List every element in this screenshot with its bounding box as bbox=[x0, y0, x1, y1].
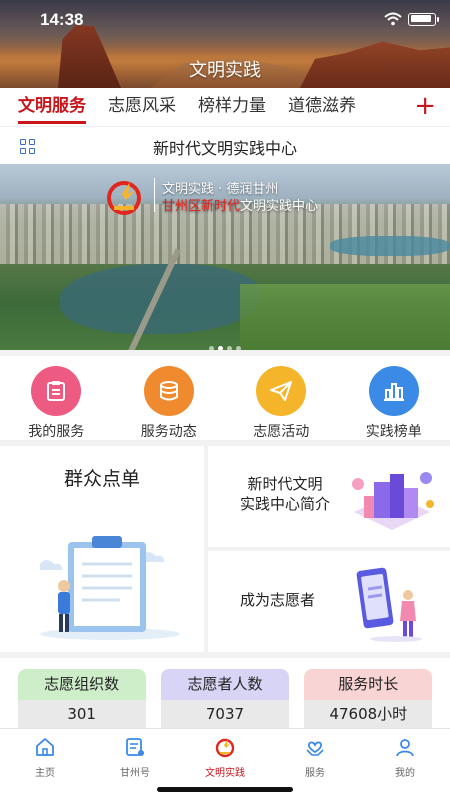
coins-icon bbox=[143, 366, 194, 416]
stat-volunteer-count[interactable]: 志愿者人数 7037 bbox=[160, 669, 289, 728]
nav-label: 主页 bbox=[35, 768, 55, 779]
phone-illustration-icon bbox=[356, 567, 422, 642]
emblem-icon bbox=[107, 181, 141, 215]
paper-plane-icon bbox=[256, 366, 307, 416]
clipboard-icon bbox=[31, 366, 82, 416]
tab-bangyang-liliang[interactable]: 榜样力量 bbox=[198, 88, 266, 126]
card-center-intro[interactable]: 新时代文明 实践中心简介 bbox=[208, 446, 450, 547]
category-tabs: 文明服务 志愿风采 榜样力量 道德滋养 + bbox=[0, 88, 450, 126]
banner-subtitle-red: 甘州区新时代 bbox=[162, 199, 241, 214]
stat-value: 47608小时 bbox=[304, 700, 433, 728]
banner-carousel[interactable]: 文明实践 · 德润甘州 甘州区新时代文明实践中心 bbox=[0, 164, 450, 350]
status-icons bbox=[384, 12, 439, 26]
emblem-icon bbox=[215, 738, 235, 758]
stat-label: 服务时长 bbox=[304, 669, 433, 700]
bar-chart-icon bbox=[368, 366, 419, 416]
header-banner: 14:38 文明实践 bbox=[0, 0, 450, 88]
card-title: 群众点单 bbox=[63, 468, 140, 490]
nav-label: 我的 bbox=[395, 768, 415, 779]
add-tab-button[interactable]: + bbox=[414, 90, 436, 122]
card-order-service[interactable]: 群众点单 bbox=[0, 446, 204, 652]
quick-label: 服务动态 bbox=[140, 424, 197, 440]
nav-label: 文明实践 bbox=[205, 768, 245, 779]
user-icon bbox=[396, 739, 414, 757]
tab-wenming-fuwu[interactable]: 文明服务 bbox=[18, 88, 86, 126]
nav-home[interactable]: 主页 bbox=[0, 729, 90, 800]
nav-label: 甘州号 bbox=[120, 768, 150, 779]
battery-icon bbox=[408, 12, 439, 26]
banner-lake bbox=[330, 236, 450, 256]
stat-label: 志愿组织数 bbox=[17, 669, 146, 700]
stat-value: 7037 bbox=[160, 700, 289, 728]
card-become-volunteer[interactable]: 成为志愿者 bbox=[208, 551, 450, 652]
home-icon bbox=[36, 738, 54, 756]
status-time: 14:38 bbox=[40, 10, 84, 29]
card-title: 成为志愿者 bbox=[240, 591, 316, 609]
stat-service-hours[interactable]: 服务时长 47608小时 bbox=[304, 669, 433, 728]
quick-label: 志愿活动 bbox=[253, 424, 310, 440]
home-indicator[interactable] bbox=[157, 787, 293, 792]
nav-label: 服务 bbox=[305, 768, 325, 779]
news-icon bbox=[126, 738, 144, 756]
carousel-dot[interactable] bbox=[209, 346, 214, 350]
carousel-dot[interactable] bbox=[227, 346, 232, 350]
card-title-line: 新时代文明 bbox=[247, 475, 323, 493]
wifi-icon bbox=[384, 12, 402, 26]
card-title-line: 实践中心简介 bbox=[239, 495, 330, 513]
quick-service-news[interactable]: 服务动态 bbox=[113, 356, 226, 440]
city-illustration-icon bbox=[352, 472, 434, 530]
clipboard-illustration-icon bbox=[40, 536, 180, 640]
quick-actions: 我的服务 服务动态 志愿活动 实践榜单 bbox=[0, 356, 450, 440]
page-title: 文明实践 bbox=[189, 60, 261, 81]
tab-daode-ziyang[interactable]: 道德滋养 bbox=[288, 88, 356, 126]
subheader-title: 新时代文明实践中心 bbox=[152, 139, 297, 158]
stats-panel: 志愿组织数 301 志愿者人数 7037 服务时长 47608小时 bbox=[0, 658, 450, 728]
quick-my-service[interactable]: 我的服务 bbox=[0, 356, 113, 440]
feature-cards: 群众点单 新时代文明 实践中心简介 成为志愿者 bbox=[0, 446, 450, 652]
quick-volunteer-activity[interactable]: 志愿活动 bbox=[225, 356, 338, 440]
quick-label: 实践榜单 bbox=[365, 424, 422, 440]
banner-subtitle: 甘州区新时代文明实践中心 bbox=[162, 195, 318, 214]
stat-value: 301 bbox=[17, 700, 146, 728]
carousel-dots bbox=[0, 336, 450, 350]
card-title: 新时代文明 实践中心简介 bbox=[230, 474, 340, 514]
banner-lake bbox=[60, 264, 260, 334]
nav-mine[interactable]: 我的 bbox=[360, 729, 450, 800]
carousel-dot[interactable] bbox=[236, 346, 241, 350]
quick-practice-ranking[interactable]: 实践榜单 bbox=[338, 356, 450, 440]
banner-subtitle-white: 文明实践中心 bbox=[240, 199, 319, 214]
stat-label: 志愿者人数 bbox=[160, 669, 289, 700]
stat-org-count[interactable]: 志愿组织数 301 bbox=[17, 669, 146, 728]
tab-zhiyuan-fengcai[interactable]: 志愿风采 bbox=[108, 88, 176, 126]
heart-hands-icon bbox=[306, 741, 324, 756]
quick-label: 我的服务 bbox=[28, 424, 85, 440]
banner-divider bbox=[154, 178, 155, 212]
subheader: 新时代文明实践中心 bbox=[0, 126, 450, 164]
carousel-dot[interactable] bbox=[218, 346, 223, 350]
